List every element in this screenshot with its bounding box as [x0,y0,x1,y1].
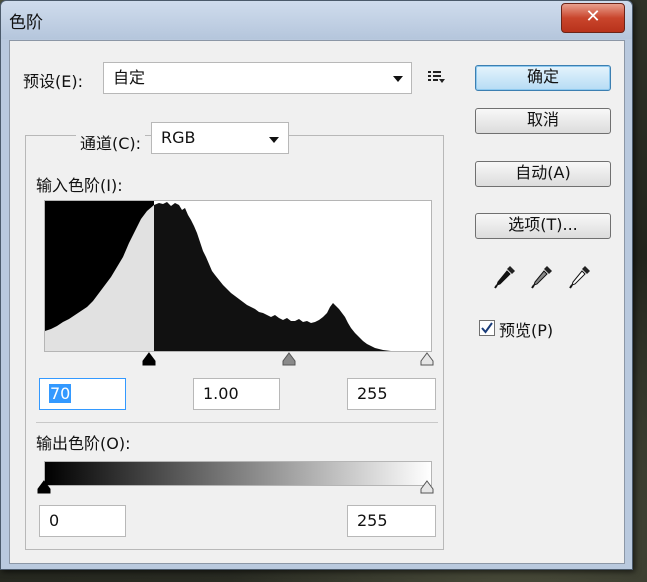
input-black-field[interactable]: 70 [39,378,126,410]
checkmark-icon [481,322,493,334]
preset-value: 自定 [113,68,146,87]
close-icon: ✕ [585,6,601,27]
options-button[interactable]: 选项(T)... [475,213,611,239]
output-levels-label: 输出色阶(O): [36,434,131,453]
histogram-graph [45,201,391,351]
input-levels-label: 输入色阶(I): [36,176,123,195]
preset-options-icon[interactable] [428,70,446,84]
ok-button[interactable]: 确定 [475,65,611,91]
levels-dialog: 色阶 ✕ 预设(E): 自定 确定 取消 自动(A) 选项(T)... 预览(P… [0,0,633,570]
histogram-data-area [154,202,391,351]
preview-label[interactable]: 预览(P) [499,317,553,341]
input-black-slider[interactable] [142,352,156,366]
input-white-slider[interactable] [420,352,434,366]
gray-eyedropper-icon[interactable] [529,263,555,291]
input-white-value: 255 [357,384,388,403]
output-white-slider[interactable] [420,480,434,494]
channel-select[interactable]: RGB [151,122,289,154]
preview-checkbox[interactable] [479,320,495,336]
preset-label: 预设(E): [23,72,83,91]
close-button[interactable]: ✕ [561,3,625,33]
chevron-down-icon [393,76,403,82]
black-eyedropper-icon[interactable] [492,263,518,291]
input-gamma-value: 1.00 [203,384,239,403]
dialog-body: 预设(E): 自定 确定 取消 自动(A) 选项(T)... 预览(P) 通道(… [9,40,625,564]
preset-select[interactable]: 自定 [103,62,412,94]
cancel-button[interactable]: 取消 [475,108,611,134]
auto-button[interactable]: 自动(A) [475,161,611,187]
channel-label: 通道(C): [76,130,146,154]
output-white-field[interactable]: 255 [347,505,436,537]
divider [36,422,438,423]
output-black-value: 0 [49,511,60,530]
channel-value: RGB [161,128,196,147]
chevron-down-icon [269,137,279,143]
white-eyedropper-icon[interactable] [567,263,593,291]
output-white-value: 255 [357,511,388,530]
input-white-field[interactable]: 255 [347,378,436,410]
input-gamma-field[interactable]: 1.00 [193,378,280,410]
output-black-field[interactable]: 0 [39,505,126,537]
output-black-slider[interactable] [37,480,51,494]
input-gamma-slider[interactable] [282,352,296,366]
output-gradient-bar [44,461,432,486]
title-bar[interactable]: 色阶 ✕ [1,1,632,39]
histogram [44,200,432,352]
input-black-value: 70 [49,384,72,403]
dialog-title: 色阶 [9,13,43,33]
